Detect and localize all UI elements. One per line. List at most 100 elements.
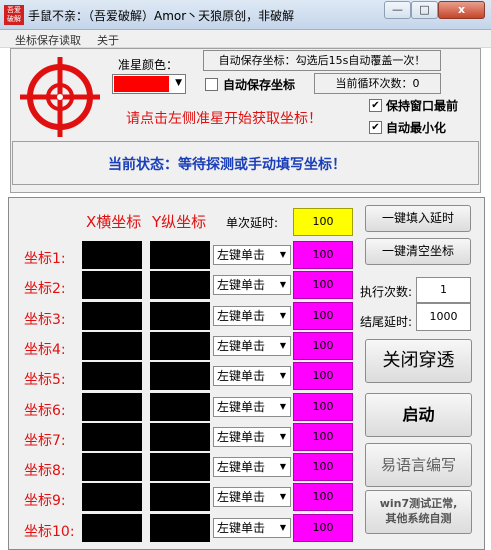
click-action-select[interactable]: 左键单击 ▼: [213, 366, 291, 387]
system-note-line2: 其他系统自测: [385, 512, 452, 525]
click-action-value: 左键单击: [217, 429, 266, 444]
system-note-line1: win7测试正常,: [379, 497, 458, 510]
row-delay-input[interactable]: 100: [293, 483, 353, 512]
row-delay-input[interactable]: 100: [293, 392, 353, 421]
keep-top-checkbox[interactable]: ✔: [369, 99, 382, 112]
close-button[interactable]: x: [438, 1, 485, 19]
click-action-select[interactable]: 左键单击 ▼: [213, 245, 291, 265]
chevron-down-icon: ▼: [279, 462, 286, 472]
y-coord-input[interactable]: [150, 453, 210, 482]
coord-row-label: 坐标4:: [24, 341, 66, 358]
y-coord-input[interactable]: [150, 362, 210, 391]
coord-row-label: 坐标5:: [24, 372, 66, 389]
x-coord-input[interactable]: [82, 271, 142, 300]
single-delay-input[interactable]: 100: [293, 208, 353, 236]
x-coord-input[interactable]: [82, 392, 142, 421]
row-delay-input[interactable]: 100: [293, 453, 353, 482]
chevron-down-icon: ▼: [279, 371, 286, 381]
row-delay-input[interactable]: 100: [293, 301, 353, 330]
click-action-value: 左键单击: [217, 490, 266, 505]
autosave-hint: 自动保存坐标：勾选后15s自动覆盖一次！: [203, 50, 441, 71]
row-delay-input[interactable]: 100: [293, 513, 353, 542]
chevron-down-icon: ▼: [279, 340, 286, 350]
chevron-down-icon: ▼: [279, 310, 286, 320]
click-action-select[interactable]: 左键单击 ▼: [213, 457, 291, 478]
chevron-down-icon: ▼: [279, 280, 286, 290]
chevron-down-icon: ▼: [279, 401, 286, 411]
click-action-value: 左键单击: [217, 369, 266, 384]
x-coord-input[interactable]: [82, 513, 142, 542]
auto-min-label: 自动最小化: [386, 121, 447, 135]
click-action-select[interactable]: 左键单击 ▼: [213, 426, 291, 447]
y-coord-input[interactable]: [150, 331, 210, 360]
click-action-select[interactable]: 左键单击 ▼: [213, 517, 291, 538]
row-delay-input[interactable]: 100: [293, 422, 353, 451]
chevron-down-icon: ▼: [279, 250, 286, 259]
chevron-down-icon: ▼: [279, 431, 286, 441]
coord-row-label: 坐标2:: [24, 281, 66, 298]
menu-about[interactable]: 关于: [97, 32, 119, 48]
click-action-select[interactable]: 左键单击 ▼: [213, 487, 291, 508]
row-delay-input[interactable]: 100: [293, 241, 353, 269]
click-action-value: 左键单击: [217, 399, 266, 414]
y-coord-input[interactable]: [150, 422, 210, 451]
y-coord-input[interactable]: [150, 241, 210, 269]
chevron-down-icon: ▼: [279, 492, 286, 502]
y-coord-input[interactable]: [150, 513, 210, 542]
app-icon: 吾爱破解: [4, 5, 24, 25]
coord-row-label: 坐标3:: [24, 311, 66, 328]
row-delay-input[interactable]: 100: [293, 271, 353, 300]
y-coord-input[interactable]: [150, 392, 210, 421]
window-title: 手鼠不亲：（吾爱破解）Amor丶天狼原创，非破解: [28, 9, 295, 23]
y-coord-input[interactable]: [150, 271, 210, 300]
clear-coords-button[interactable]: 一键清空坐标: [365, 238, 471, 265]
exec-count-input[interactable]: 1: [416, 277, 471, 303]
click-action-value: 左键单击: [217, 520, 266, 535]
click-action-select[interactable]: 左键单击 ▼: [213, 275, 291, 296]
x-coord-input[interactable]: [82, 241, 142, 269]
tail-delay-input[interactable]: 1000: [416, 303, 471, 331]
color-select[interactable]: ▼: [112, 74, 186, 94]
coord-row-label: 坐标9:: [24, 493, 66, 510]
x-header: X横坐标: [86, 213, 142, 231]
passthrough-toggle-button[interactable]: 关闭穿透: [365, 339, 472, 383]
click-action-value: 左键单击: [217, 308, 266, 323]
click-action-select[interactable]: 左键单击 ▼: [213, 335, 291, 356]
click-action-select[interactable]: 左键单击 ▼: [213, 396, 291, 417]
coord-row-label: 坐标1:: [24, 251, 66, 267]
x-coord-input[interactable]: [82, 301, 142, 330]
x-coord-input[interactable]: [82, 422, 142, 451]
fill-delay-button[interactable]: 一键填入延时: [365, 205, 471, 232]
row-delay-input[interactable]: 100: [293, 362, 353, 391]
minimize-button[interactable]: —: [384, 1, 411, 19]
y-coord-input[interactable]: [150, 483, 210, 512]
autosave-label: 自动保存坐标: [223, 78, 296, 92]
chevron-down-icon: ▼: [175, 78, 182, 88]
coord-row-label: 坐标6:: [24, 402, 66, 419]
menu-save-load[interactable]: 坐标保存读取: [15, 32, 81, 48]
click-action-select[interactable]: 左键单击 ▼: [213, 305, 291, 326]
x-coord-input[interactable]: [82, 362, 142, 391]
x-coord-input[interactable]: [82, 483, 142, 512]
crosshair-hint: 请点击左侧准星开始获取坐标！: [126, 111, 322, 127]
start-button[interactable]: 启动: [365, 393, 472, 437]
click-action-value: 左键单击: [217, 460, 266, 475]
x-coord-input[interactable]: [82, 331, 142, 360]
crosshair-icon[interactable]: [15, 52, 105, 142]
color-swatch: [114, 76, 169, 92]
auto-min-checkbox[interactable]: ✔: [369, 121, 382, 134]
autosave-checkbox[interactable]: [205, 78, 218, 91]
language-button[interactable]: 易语言编写: [365, 443, 472, 487]
tail-delay-label: 结尾延时:: [360, 315, 413, 329]
chevron-down-icon: ▼: [279, 522, 286, 532]
maximize-button[interactable]: □: [411, 1, 438, 19]
y-coord-input[interactable]: [150, 301, 210, 330]
click-action-value: 左键单击: [217, 278, 266, 293]
x-coord-input[interactable]: [82, 453, 142, 482]
row-delay-input[interactable]: 100: [293, 331, 353, 360]
coord-row-label: 坐标8:: [24, 463, 66, 480]
single-delay-label: 单次延时:: [226, 216, 279, 230]
coord-row-label: 坐标10:: [24, 523, 75, 540]
system-note-button[interactable]: win7测试正常, 其他系统自测: [365, 490, 472, 534]
y-header: Y纵坐标: [152, 213, 207, 231]
